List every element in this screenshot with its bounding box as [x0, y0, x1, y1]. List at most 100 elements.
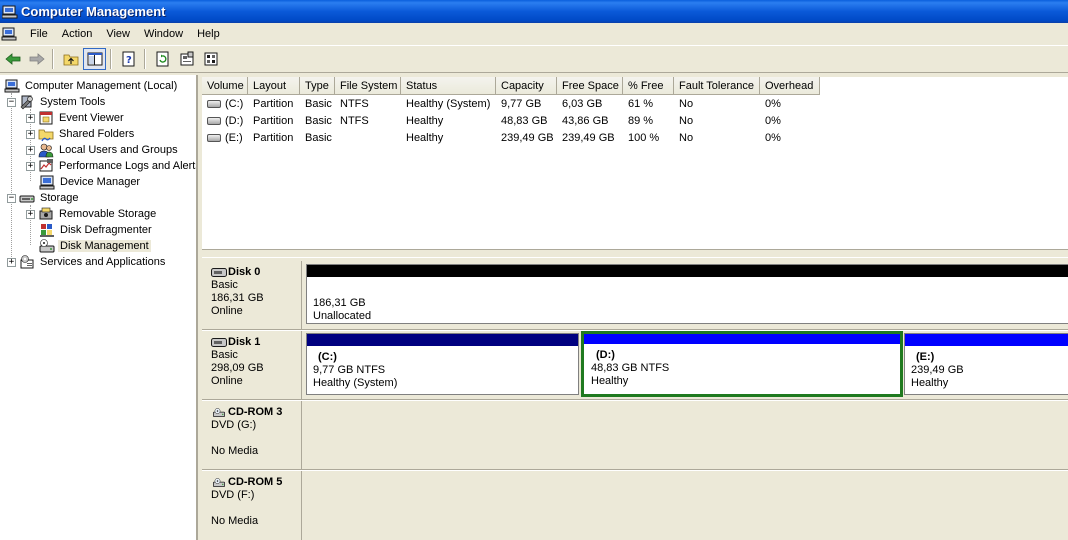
- partition-status: Healthy: [591, 375, 629, 387]
- computer-icon: [4, 78, 20, 94]
- up-one-level-button[interactable]: [59, 48, 82, 70]
- settings-button[interactable]: [199, 48, 222, 70]
- column-header-status[interactable]: Status: [401, 77, 496, 95]
- free-space-cell: 43,86 GB: [562, 114, 609, 127]
- show-hide-console-tree-button[interactable]: [83, 48, 106, 70]
- refresh-button[interactable]: [151, 48, 174, 70]
- toolbar: ?: [0, 45, 1068, 73]
- cell-text: (E:): [225, 131, 243, 144]
- disk-status: No Media: [211, 515, 259, 527]
- tree-item-shared-folders[interactable]: + Shared Folders: [26, 126, 136, 142]
- forward-button[interactable]: [25, 48, 48, 70]
- title-bar[interactable]: Computer Management: [0, 0, 1068, 23]
- refresh-icon: [156, 51, 168, 67]
- file-system-cell: NTFS: [340, 114, 369, 127]
- tree-item-system-tools[interactable]: − System Tools: [7, 94, 107, 110]
- disk-name-text: Disk 0: [228, 266, 261, 278]
- tree-item-computer-management[interactable]: Computer Management (Local): [4, 78, 179, 94]
- drive-letter: DVD (G:): [211, 419, 257, 431]
- column-header-layout[interactable]: Layout: [248, 77, 300, 95]
- table-row[interactable]: (C:) Partition Basic NTFS Healthy (Syste…: [202, 95, 820, 112]
- tree-item-event-viewer[interactable]: + Event Viewer: [26, 110, 126, 126]
- disk-name-text: CD-ROM 3: [228, 406, 283, 418]
- menu-file[interactable]: File: [23, 24, 55, 44]
- console-tree[interactable]: Computer Management (Local) − System Too…: [0, 75, 198, 540]
- partition-c[interactable]: (C:) 9,77 GB NTFS Healthy (System): [306, 333, 579, 395]
- svg-text:?: ?: [126, 55, 132, 66]
- expand-toggle[interactable]: +: [7, 257, 16, 267]
- menu-action[interactable]: Action: [55, 24, 100, 44]
- disk-name: CD-ROM 5: [211, 476, 301, 489]
- disk-status: No Media: [211, 445, 259, 457]
- percent-free-cell: 61 %: [628, 97, 654, 110]
- partition-d-selected[interactable]: (D:) 48,83 GB NTFS Healthy: [581, 331, 903, 397]
- volume-cell: (D:): [202, 115, 248, 127]
- expand-toggle[interactable]: +: [26, 145, 35, 155]
- pane-splitter[interactable]: [202, 250, 1068, 258]
- show-hide-tree-icon: [87, 52, 102, 66]
- table-row[interactable]: (E:) Partition Basic Healthy 239,49 GB 2…: [202, 129, 820, 146]
- unallocated-bar: [307, 265, 1068, 277]
- disk-type: Basic: [211, 349, 238, 361]
- partition-info: 186,31 GB Unallocated: [313, 297, 371, 323]
- column-header-file-system[interactable]: File System: [335, 77, 401, 95]
- tree-item-storage[interactable]: − Storage: [7, 190, 81, 206]
- column-header-volume[interactable]: Volume: [202, 77, 248, 95]
- expand-toggle[interactable]: +: [26, 209, 35, 219]
- partition-unallocated[interactable]: 186,31 GB Unallocated: [306, 264, 1068, 324]
- menu-window[interactable]: Window: [137, 24, 190, 44]
- volume-icon: [207, 116, 221, 125]
- expand-toggle[interactable]: +: [26, 113, 35, 123]
- disk-label[interactable]: CD-ROM 3 DVD (G:) No Media: [206, 401, 302, 469]
- column-header-fault-tolerance[interactable]: Fault Tolerance: [674, 77, 760, 95]
- disk-row-cdrom-3[interactable]: CD-ROM 3 DVD (G:) No Media: [206, 401, 1068, 469]
- system-menu-icon[interactable]: [1, 26, 17, 42]
- partition-size: 9,77 GB NTFS: [313, 364, 386, 376]
- back-arrow-icon: [4, 53, 20, 65]
- tree-label: System Tools: [40, 96, 106, 108]
- properties-icon: [180, 51, 193, 66]
- tree-item-removable-storage[interactable]: + Removable Storage: [26, 206, 158, 222]
- status-cell: Healthy: [406, 131, 444, 144]
- disk-label[interactable]: Disk 1 Basic 298,09 GB Online: [206, 331, 302, 399]
- menu-help[interactable]: Help: [190, 24, 227, 44]
- column-header-type[interactable]: Type: [300, 77, 335, 95]
- disk-name: Disk 0: [211, 266, 301, 279]
- back-button[interactable]: [1, 48, 24, 70]
- disk-management-icon: [39, 238, 55, 254]
- volume-icon: [207, 99, 221, 108]
- expand-toggle[interactable]: +: [26, 129, 35, 139]
- volume-list[interactable]: Volume Layout Type File System Status Ca…: [202, 77, 1068, 250]
- collapse-toggle[interactable]: −: [7, 193, 16, 203]
- collapse-toggle[interactable]: −: [7, 97, 16, 107]
- expand-toggle[interactable]: +: [26, 161, 35, 171]
- partition-status: Healthy: [911, 377, 949, 389]
- tree-item-disk-defragmenter[interactable]: Disk Defragmenter: [39, 222, 154, 238]
- tree-item-local-users-groups[interactable]: + Local Users and Groups: [26, 142, 180, 158]
- event-viewer-icon: [38, 110, 54, 126]
- disk-name: Disk 1: [211, 336, 301, 349]
- partition-e[interactable]: (E:) 239,49 GB Healthy: [904, 333, 1068, 395]
- help-icon: ?: [122, 51, 134, 67]
- disk-row-disk-0[interactable]: Disk 0 Basic 186,31 GB Online 186,31 GB …: [206, 261, 1068, 329]
- table-row[interactable]: (D:) Partition Basic NTFS Healthy 48,83 …: [202, 112, 820, 129]
- tree-label: Computer Management (Local): [25, 80, 178, 92]
- column-header-overhead[interactable]: Overhead: [760, 77, 820, 95]
- tree-item-performance-logs[interactable]: + Performance Logs and Alerts: [26, 158, 196, 174]
- disk-graphical-view[interactable]: Disk 0 Basic 186,31 GB Online 186,31 GB …: [202, 258, 1068, 540]
- column-header-free-space[interactable]: Free Space: [557, 77, 623, 95]
- disk-label[interactable]: CD-ROM 5 DVD (F:) No Media: [206, 471, 302, 540]
- layout-cell: Partition: [253, 114, 294, 127]
- tree-item-services-applications[interactable]: + Services and Applications: [7, 254, 167, 270]
- tree-item-disk-management[interactable]: Disk Management: [39, 238, 151, 254]
- column-header-capacity[interactable]: Capacity: [496, 77, 557, 95]
- menu-view[interactable]: View: [99, 24, 137, 44]
- column-header-percent-free[interactable]: % Free: [623, 77, 674, 95]
- help-button[interactable]: ?: [117, 48, 140, 70]
- disk-label[interactable]: Disk 0 Basic 186,31 GB Online: [206, 261, 302, 329]
- percent-free-cell: 100 %: [628, 131, 660, 144]
- properties-button[interactable]: [175, 48, 198, 70]
- disk-row-cdrom-5[interactable]: CD-ROM 5 DVD (F:) No Media: [206, 471, 1068, 540]
- tree-item-device-manager[interactable]: Device Manager: [39, 174, 142, 190]
- disk-row-disk-1[interactable]: Disk 1 Basic 298,09 GB Online (C:) 9,77 …: [206, 331, 1068, 399]
